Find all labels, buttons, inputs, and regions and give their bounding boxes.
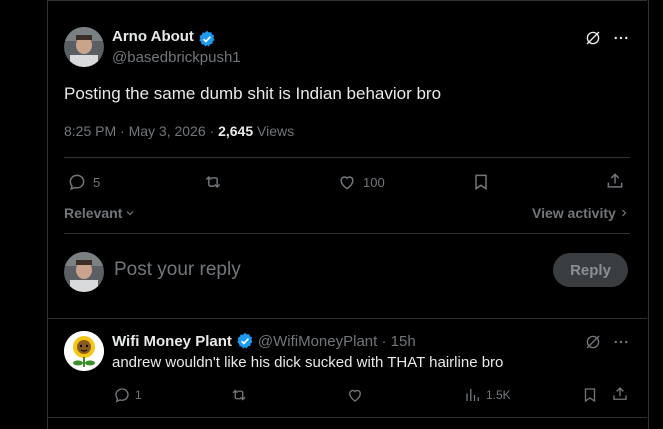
reply-icon [69, 174, 85, 191]
reply-author-avatar[interactable] [64, 331, 104, 371]
verified-badge-icon [198, 30, 216, 48]
views-label: Views [257, 123, 295, 139]
composer-avatar [64, 252, 104, 292]
reply-text: andrew wouldn't like his dick sucked wit… [112, 354, 504, 371]
view-activity-label: View activity [532, 205, 616, 221]
divider [47, 318, 647, 319]
share-icon[interactable] [605, 171, 625, 191]
views-action[interactable]: 1.5K [464, 386, 511, 404]
view-activity-link[interactable]: View activity [532, 205, 630, 221]
views-icon [466, 389, 479, 401]
post-meta: 8:25 PM · May 3, 2026 · 2,645 Views [64, 123, 294, 139]
author-avatar[interactable] [64, 27, 104, 67]
sort-label: Relevant [64, 205, 123, 221]
post-timestamp[interactable]: 8:25 PM · May 3, 2026 · [64, 123, 218, 139]
author-name[interactable]: Arno About [112, 28, 194, 45]
repost-icon[interactable] [202, 172, 224, 192]
reply-input[interactable]: Post your reply [114, 259, 241, 281]
sort-dropdown[interactable]: Relevant [64, 205, 136, 221]
chevron-right-icon [621, 209, 627, 217]
bookmark-icon[interactable] [581, 386, 599, 404]
like-icon [340, 176, 354, 190]
bookmark-icon[interactable] [471, 172, 491, 192]
like-count: 100 [363, 174, 385, 190]
divider [64, 157, 630, 158]
verified-badge-icon [237, 332, 253, 349]
divider [47, 417, 647, 418]
reply-reply-count: 1 [135, 388, 142, 402]
reply-button[interactable]: Reply [553, 253, 628, 287]
chevron-down-icon [126, 211, 134, 216]
views-count-reply: 1.5K [486, 388, 511, 402]
reply-reply-action[interactable]: 1 [113, 386, 142, 404]
reply-handle-time[interactable]: @WifiMoneyPlant · 15h [258, 333, 416, 350]
reply-count: 5 [93, 174, 101, 190]
reply-author-name[interactable]: Wifi Money Plant [112, 333, 232, 350]
author-handle[interactable]: @basedbrickpush1 [112, 49, 241, 66]
like-action[interactable]: 100 [337, 172, 385, 192]
views-count: 2,645 [218, 123, 254, 139]
top-divider [47, 0, 647, 1]
reply-icon [115, 388, 129, 403]
share-icon[interactable] [611, 385, 629, 403]
grok-icon[interactable] [582, 27, 604, 49]
repost-icon[interactable] [229, 386, 249, 404]
more-icon[interactable] [610, 27, 632, 49]
divider [64, 233, 630, 234]
like-icon[interactable] [346, 386, 364, 404]
more-icon[interactable] [610, 331, 632, 353]
post-text: Posting the same dumb shit is Indian beh… [64, 84, 442, 103]
grok-icon[interactable] [582, 331, 604, 353]
reply-action[interactable]: 5 [67, 172, 100, 192]
reply-header: Wifi Money Plant @WifiMoneyPlant · 15h [112, 332, 416, 350]
